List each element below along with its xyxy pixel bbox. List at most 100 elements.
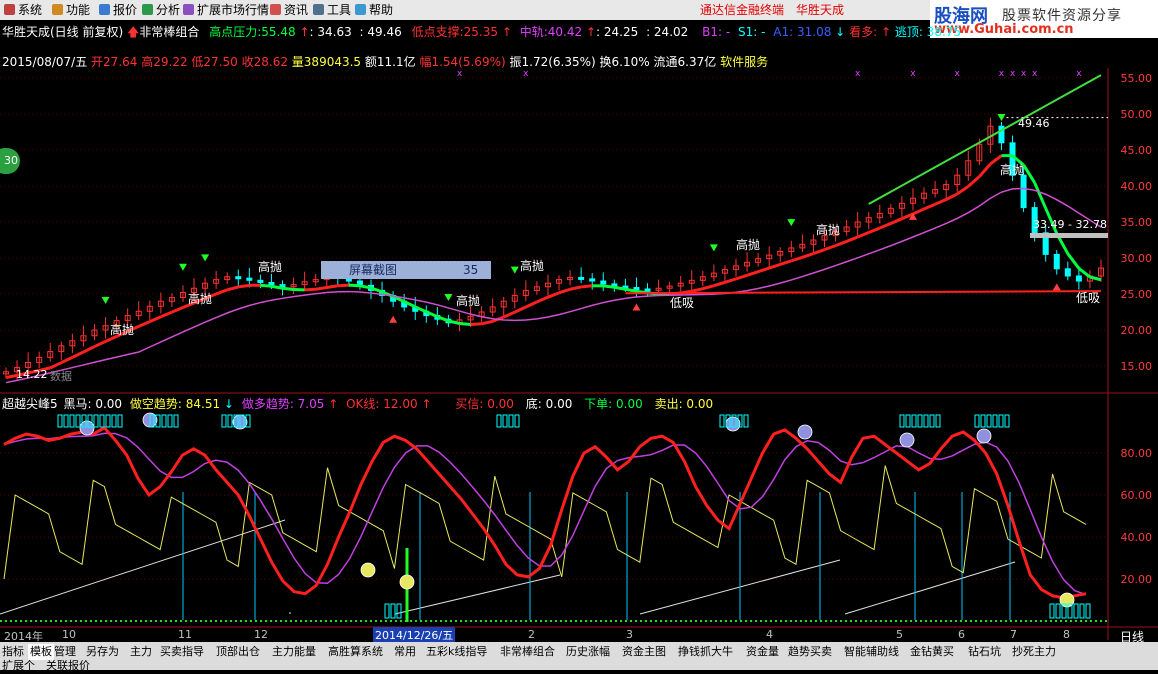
trend-line xyxy=(371,288,382,292)
osc-xiadan: 下单: 0.00 xyxy=(584,397,643,411)
tab-8[interactable]: 高胜算系统 xyxy=(328,644,383,660)
trend-line xyxy=(813,250,824,254)
peak-marker xyxy=(94,415,98,427)
trend-line xyxy=(869,228,880,232)
trend-line xyxy=(482,321,493,323)
tab-6[interactable]: 顶部出仓 xyxy=(216,644,260,660)
trend-line xyxy=(736,275,747,279)
peak-marker xyxy=(930,415,934,427)
tab-4[interactable]: 主力 xyxy=(130,644,152,660)
popup-label: 屏幕截图 xyxy=(349,261,397,279)
indicator-tabs: 指标模板管理另存为主力买卖指导顶部出仓主力能量高胜算系统常用五彩k线指导非常棒组… xyxy=(0,642,1158,670)
peak-marker xyxy=(912,415,916,427)
sell-signal-7: 高抛 xyxy=(816,221,840,238)
trend-line xyxy=(880,223,891,228)
trend-line xyxy=(316,288,327,290)
kline-chart[interactable]: xxxxxxxxxx xyxy=(0,0,1158,670)
trend-line xyxy=(625,289,636,291)
x-tick: 5 xyxy=(896,628,903,641)
trend-line xyxy=(327,286,338,288)
price-tick: 15.00 xyxy=(1121,360,1153,373)
sell-signal-5: 高抛 xyxy=(520,257,544,274)
x-tick: 2 xyxy=(528,628,535,641)
tab-19[interactable]: 钻石坑 xyxy=(968,644,1001,660)
candle-down xyxy=(247,278,252,280)
tab-10[interactable]: 五彩k线指导 xyxy=(426,644,487,660)
sell-arrow-icon xyxy=(201,254,209,261)
short-trend-line xyxy=(4,433,1086,594)
buy-arrow-icon xyxy=(1053,283,1061,290)
tab-18[interactable]: 金钻黄买 xyxy=(910,644,954,660)
trend-line xyxy=(769,264,780,268)
notification-badge[interactable]: 30 xyxy=(0,148,20,174)
bottom-marker xyxy=(1086,604,1090,618)
price-tick: 55.00 xyxy=(1121,72,1153,85)
arrow-up-icon: ↑ xyxy=(421,397,431,411)
osc-ok: OK线: 12.00 xyxy=(346,397,418,411)
tab-16[interactable]: 趋势买卖 xyxy=(788,644,832,660)
tab-13[interactable]: 资金主图 xyxy=(622,644,666,660)
tab-11[interactable]: 非常棒组合 xyxy=(500,644,555,660)
screenshot-popup[interactable]: 屏幕截图 35 xyxy=(321,261,491,279)
tab-row2-1[interactable]: 关联报价 xyxy=(46,658,90,674)
trend-line xyxy=(227,287,238,290)
candle-down xyxy=(590,279,595,281)
peak-marker xyxy=(906,415,910,427)
trend-line xyxy=(1090,277,1101,280)
osc-header: 超越尖峰5 黑马: 0.00 做空趋势: 84.51 ↓ 做多趋势: 7.05 … xyxy=(2,395,713,412)
tab-20[interactable]: 抄死主力 xyxy=(1012,644,1056,660)
peak-marker xyxy=(900,415,904,427)
trend-line xyxy=(83,347,94,352)
signal-x-mark: x xyxy=(523,69,529,79)
tab-row2-0[interactable]: 扩展个 xyxy=(2,658,35,674)
trend-line xyxy=(725,279,736,282)
trend-line xyxy=(150,317,161,322)
candle-down xyxy=(1065,269,1070,276)
osc-name[interactable]: 超越尖峰5 xyxy=(2,397,58,411)
buy-arrow-icon xyxy=(632,304,640,311)
trend-line xyxy=(260,285,271,286)
trend-line xyxy=(338,285,349,286)
tab-12[interactable]: 历史涨幅 xyxy=(566,644,610,660)
peak-marker xyxy=(509,415,513,427)
osc-kong: 做空趋势: 84.51 xyxy=(130,397,220,411)
sell-arrow-icon xyxy=(710,244,718,251)
tab-5[interactable]: 买卖指导 xyxy=(160,644,204,660)
price-tick: 40.00 xyxy=(1121,180,1153,193)
mid-line xyxy=(6,188,1101,382)
candle-down xyxy=(1076,276,1081,281)
sell-arrow-icon xyxy=(102,297,110,304)
trend-line xyxy=(858,233,869,237)
trend-line xyxy=(780,261,791,265)
tab-9[interactable]: 常用 xyxy=(394,644,416,660)
osc-tick: 60.00 xyxy=(1121,489,1153,502)
buy-signal-1: 低吸 xyxy=(670,294,694,311)
tab-14[interactable]: 挣钱抓大牛 xyxy=(678,644,733,660)
trend-line xyxy=(1035,183,1046,209)
trend-line xyxy=(238,285,249,287)
signal-x-mark: x xyxy=(999,69,1005,79)
peak-marker xyxy=(70,415,74,427)
trend-line xyxy=(305,289,316,290)
tab-17[interactable]: 智能辅助线 xyxy=(844,644,899,660)
tab-15[interactable]: 资金量 xyxy=(746,644,779,660)
sad-face-icon xyxy=(977,429,991,443)
signal-x-mark: x xyxy=(1010,69,1016,79)
signal-x-mark: x xyxy=(910,69,916,79)
peak-marker xyxy=(936,415,940,427)
tab-7[interactable]: 主力能量 xyxy=(272,644,316,660)
bottom-marker xyxy=(385,604,389,618)
trend-line xyxy=(94,341,105,346)
buy-signal-2: 低吸 xyxy=(1076,289,1100,306)
peak-marker xyxy=(993,415,997,427)
peak-marker xyxy=(720,415,724,427)
trend-line xyxy=(471,324,482,325)
peak-marker xyxy=(228,415,232,427)
candle-down xyxy=(236,277,241,279)
candle-down xyxy=(601,281,606,284)
trend-line xyxy=(172,308,183,313)
peak-marker xyxy=(168,415,172,427)
bottom-marker xyxy=(1056,604,1060,618)
tab-3[interactable]: 另存为 xyxy=(86,644,119,660)
osc-heima: 黑马: 0.00 xyxy=(63,397,122,411)
